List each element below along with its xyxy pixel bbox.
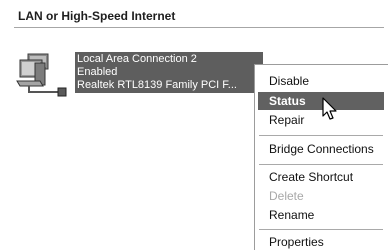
menu-item-status[interactable]: Status (258, 92, 384, 110)
menu-item-properties[interactable]: Properties (258, 233, 384, 250)
menu-item-create-shortcut[interactable]: Create Shortcut (258, 168, 384, 186)
connection-device: Realtek RTL8139 Family PCI F... (77, 79, 237, 91)
context-menu: Disable Status Repair Bridge Connections… (254, 64, 388, 250)
network-connection-icon[interactable] (14, 48, 74, 100)
connection-label[interactable]: Local Area Connection 2 Enabled Realtek … (75, 52, 263, 93)
menu-item-delete: Delete (269, 189, 304, 203)
group-header: LAN or High-Speed Internet (0, 0, 388, 30)
menu-item-repair[interactable]: Repair (258, 111, 384, 129)
group-divider (14, 27, 384, 28)
menu-item-bridge-connections[interactable]: Bridge Connections (258, 140, 384, 158)
connection-status: Enabled (77, 66, 118, 78)
connection-name: Local Area Connection 2 (77, 53, 197, 65)
menu-separator (259, 164, 383, 165)
menu-separator (259, 229, 383, 230)
menu-item-disable[interactable]: Disable (258, 72, 384, 90)
menu-separator (259, 135, 383, 136)
menu-item-rename[interactable]: Rename (258, 206, 384, 224)
connection-item-local-area-connection-2[interactable]: Local Area Connection 2 Enabled Realtek … (14, 48, 263, 102)
group-title: LAN or High-Speed Internet (18, 9, 176, 23)
